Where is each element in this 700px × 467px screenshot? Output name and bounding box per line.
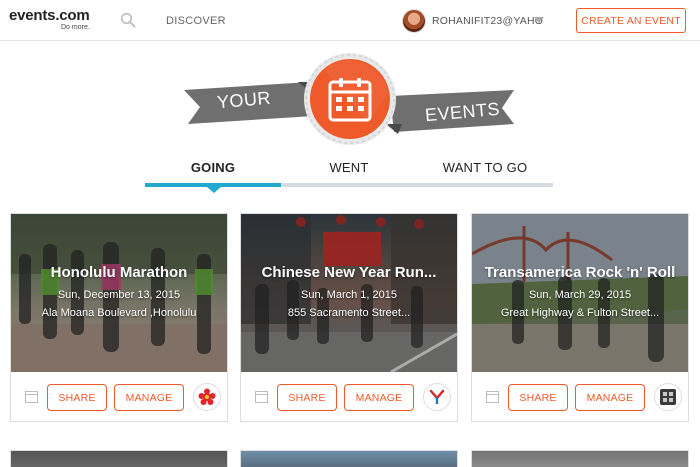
event-card-partial[interactable] <box>471 450 689 467</box>
manage-button[interactable]: MANAGE <box>575 384 645 411</box>
event-photo[interactable]: Honolulu Marathon Sun, December 13, 2015… <box>11 214 227 372</box>
event-card: Transamerica Rock 'n' Roll Sun, March 29… <box>471 213 689 422</box>
event-info-overlay: Honolulu Marathon Sun, December 13, 2015… <box>11 264 227 319</box>
username-label[interactable]: ROHANIFIT23@YAHO <box>432 15 543 27</box>
logo-text: events.com <box>9 7 90 24</box>
event-date: Sun, March 29, 2015 <box>528 289 632 301</box>
add-to-calendar-icon[interactable] <box>486 390 499 403</box>
organizer-logo[interactable] <box>654 383 682 411</box>
chevron-down-icon[interactable] <box>534 17 544 23</box>
search-icon[interactable] <box>120 12 136 28</box>
share-button[interactable]: SHARE <box>508 384 568 411</box>
event-info-overlay: Chinese New Year Run... Sun, March 1, 20… <box>241 264 457 319</box>
event-card-partial[interactable] <box>240 450 458 467</box>
ymca-logo-icon <box>429 389 445 405</box>
event-card-partial[interactable] <box>10 450 228 467</box>
event-title: Chinese New Year Run... <box>261 264 437 281</box>
event-card: Chinese New Year Run... Sun, March 1, 20… <box>240 213 458 422</box>
manage-button[interactable]: MANAGE <box>114 384 184 411</box>
create-event-button[interactable]: CREATE AN EVENT <box>576 8 686 33</box>
event-venue: Great Highway & Fulton Street... <box>500 307 660 319</box>
building-photo-logo-icon <box>660 389 676 405</box>
event-venue: 855 Sacramento Street... <box>287 307 411 319</box>
share-button[interactable]: SHARE <box>47 384 107 411</box>
add-to-calendar-icon[interactable] <box>25 390 38 403</box>
tab-went[interactable]: WENT <box>281 160 417 185</box>
tab-want-to-go[interactable]: WANT TO GO <box>417 160 553 185</box>
event-info-overlay: Transamerica Rock 'n' Roll Sun, March 29… <box>472 264 688 319</box>
events-com-logo[interactable]: events.com Do more. <box>9 8 99 34</box>
your-events-banner: YOUR EVENTS <box>180 52 520 147</box>
event-card-actions: SHARE MANAGE <box>11 372 227 421</box>
event-title: Transamerica Rock 'n' Roll <box>484 264 676 281</box>
event-date: Sun, December 13, 2015 <box>57 289 181 301</box>
manage-button[interactable]: MANAGE <box>344 384 414 411</box>
event-card-actions: SHARE MANAGE <box>472 372 688 421</box>
event-card-actions: SHARE MANAGE <box>241 372 457 421</box>
logo-tagline: Do more. <box>61 24 90 31</box>
event-title: Honolulu Marathon <box>50 264 188 281</box>
event-venue: Ala Moana Boulevard ,Honolulu <box>41 307 197 319</box>
event-card: Honolulu Marathon Sun, December 13, 2015… <box>10 213 228 422</box>
event-date: Sun, March 1, 2015 <box>300 289 397 301</box>
red-flower-logo-icon <box>198 388 216 405</box>
user-avatar[interactable] <box>402 9 426 33</box>
top-navigation-bar: events.com Do more. DISCOVER ROHANIFIT23… <box>0 0 700 41</box>
organizer-logo[interactable] <box>423 383 451 411</box>
add-to-calendar-icon[interactable] <box>255 390 268 403</box>
event-status-tabs: GOING WENT WANT TO GO <box>145 160 553 193</box>
nav-discover-link[interactable]: DISCOVER <box>166 15 226 27</box>
share-button[interactable]: SHARE <box>277 384 337 411</box>
organizer-logo[interactable] <box>193 383 221 411</box>
tab-going[interactable]: GOING <box>145 160 281 185</box>
event-photo[interactable]: Transamerica Rock 'n' Roll Sun, March 29… <box>472 214 688 372</box>
event-photo[interactable]: Chinese New Year Run... Sun, March 1, 20… <box>241 214 457 372</box>
tab-pointer-arrow <box>207 187 221 193</box>
